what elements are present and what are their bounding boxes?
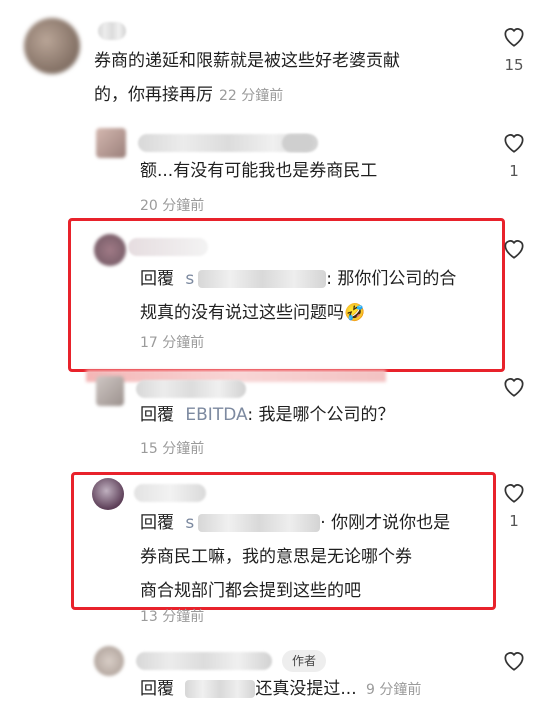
comment-time: 20 分鐘前 (140, 198, 205, 214)
comment-text-line: 回覆 s · 你刚才说你也是 (140, 506, 490, 540)
username-blurred[interactable] (136, 652, 272, 670)
reply-prefix: 回覆 (140, 405, 174, 425)
comment-text: 额...有没有可能我也是券商民工 (140, 161, 378, 181)
like-heart-icon[interactable] (501, 480, 527, 504)
like-heart-icon[interactable] (501, 24, 527, 48)
comment-text-line: 规真的没有说过这些问题吗🤣 (140, 303, 366, 323)
reply-prefix: 回覆 (140, 269, 174, 289)
comment-text-part: 还真没提过... (255, 679, 357, 699)
author-badge: 作者 (282, 650, 327, 672)
emoji-rofl-icon: 🤣 (344, 303, 366, 323)
comment-text-part: : 那你们公司的合 (326, 269, 457, 289)
comment-text: 回覆 s · 你刚才说你也是 券商民工嘛，我的意思是无论哪个券 商合规部门都会提到… (140, 506, 490, 608)
mention-link[interactable]: s (185, 513, 321, 533)
avatar[interactable] (94, 234, 126, 266)
comment-text-line: 券商的递延和限薪就是被这些好老婆贡献 (94, 51, 400, 71)
reply-prefix: 回覆 (140, 513, 174, 533)
comment-text-line: 券商民工嘛，我的意思是无论哪个券 (140, 547, 412, 567)
comment-text: 回覆 EBITDA: 我是哪个公司的？ (140, 398, 394, 432)
comment-time: 9 分鐘前 (366, 682, 422, 698)
comment-time: 15 分鐘前 (140, 441, 205, 457)
avatar[interactable] (24, 18, 80, 74)
like-heart-icon[interactable] (501, 236, 527, 260)
comment-text: 回覆 s: 那你们公司的合 规真的没有说过这些问题吗🤣 (140, 262, 490, 330)
avatar[interactable] (92, 478, 124, 510)
username-blurred[interactable] (282, 134, 314, 152)
username-blurred[interactable] (134, 484, 206, 502)
avatar[interactable] (96, 376, 124, 406)
comment-text: 券商的递延和限薪就是被这些好老婆贡献 的，你再接再厉 22 分鐘前 (94, 44, 474, 113)
comment-time: 13 分鐘前 (140, 609, 205, 625)
like-count: 1 (509, 512, 519, 530)
comment-text-part: : 我是哪个公司的？ (247, 405, 395, 425)
comment-text-part: · 你刚才说你也是 (320, 513, 451, 533)
mention-blurred[interactable] (185, 680, 256, 698)
like-count: 15 (504, 56, 524, 74)
like-count: 1 (509, 162, 519, 180)
like-heart-icon[interactable] (501, 130, 527, 154)
like-heart-icon[interactable] (501, 374, 527, 398)
comment-time: 17 分鐘前 (140, 335, 205, 351)
avatar[interactable] (96, 128, 126, 158)
username-blurred[interactable] (98, 22, 126, 40)
comment-text-line: 商合规部门都会提到这些的吧 (140, 581, 361, 601)
username-blurred[interactable] (136, 380, 246, 398)
mention-link[interactable]: s (185, 269, 327, 289)
comment-time: 22 分鐘前 (219, 88, 284, 104)
mention-link[interactable]: EBITDA (185, 405, 247, 425)
comment-text: 回覆 还真没提过... 9 分鐘前 (140, 672, 421, 707)
avatar[interactable] (94, 646, 124, 676)
reply-prefix: 回覆 (140, 679, 174, 699)
like-heart-icon[interactable] (501, 648, 527, 672)
username-blurred[interactable] (128, 238, 208, 256)
comment-text-line: 回覆 s: 那你们公司的合 (140, 262, 490, 296)
comment-text-line: 的，你再接再厉 22 分鐘前 (94, 85, 284, 105)
